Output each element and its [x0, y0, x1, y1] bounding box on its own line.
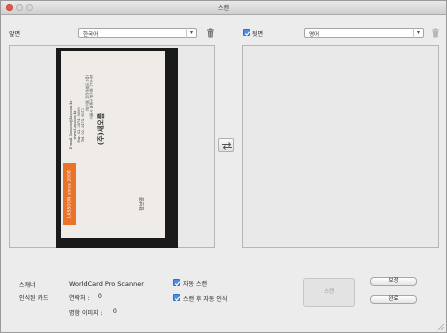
- auto-scan-checkbox[interactable]: [173, 279, 181, 287]
- auto-recognize-checkbox[interactable]: [173, 294, 181, 302]
- card-email: E-mail. lassoon@lassoon.kr: [69, 100, 73, 150]
- trash-icon: [432, 28, 439, 38]
- swap-sides-button[interactable]: [218, 138, 234, 152]
- recognized-cards-label: 인식된 카드: [19, 295, 49, 302]
- card-logo-badge: LASSOON since 2008: [63, 163, 76, 225]
- chevron-down-icon: ▾: [186, 28, 196, 38]
- back-label: 뒷면: [252, 31, 264, 38]
- auto-scan-label: 자동 스캔: [183, 281, 207, 288]
- contacts-label: 연락처 :: [69, 295, 90, 302]
- back-side-checkbox[interactable]: [243, 29, 251, 37]
- checkmark-icon: [174, 281, 181, 287]
- back-preview-panel: [242, 45, 439, 248]
- resize-grip-icon[interactable]: [436, 322, 444, 330]
- checkmark-icon: [244, 31, 251, 37]
- back-delete-button[interactable]: [431, 28, 440, 38]
- card-fax: Fax. 02. 3474. 9009: [77, 107, 81, 143]
- chevron-down-icon: ▾: [413, 28, 423, 38]
- scan-button[interactable]: 스캔: [303, 278, 355, 307]
- scan-window: 스캔 앞면 한국어 ▾ 뒷면 영어 ▾ (주)새오름 서울시 송파구 방이동 1…: [0, 0, 447, 333]
- card-edge: [165, 51, 178, 238]
- scanner-value: WorldCard Pro Scanner: [69, 280, 144, 288]
- front-language-select[interactable]: 한국어 ▾: [78, 28, 197, 38]
- card-images-value: 0: [113, 308, 117, 315]
- card-address-line2: (방이동 코리아빌딩 3층): [85, 74, 90, 112]
- card-company: (주)새오름: [96, 112, 105, 146]
- window-title: 스캔: [217, 5, 230, 12]
- scanner-label: 스캐너: [19, 282, 36, 289]
- done-button[interactable]: 완료: [370, 295, 417, 304]
- card-name: 정보영: [139, 197, 146, 211]
- title-bar: 스캔: [1, 1, 446, 15]
- back-language-value: 영어: [309, 32, 320, 38]
- swap-arrows-icon: [222, 142, 232, 150]
- front-label: 앞면: [9, 31, 21, 38]
- card-tel: Tel. 02. 3474. 9011: [81, 107, 85, 143]
- checkmark-icon: [174, 296, 181, 302]
- contacts-value: 0: [98, 293, 102, 300]
- card-brand: LASSOON since 2008: [66, 170, 72, 218]
- auto-recognize-label: 스캔 후 자동 인식: [183, 296, 228, 303]
- card-web: www.Lassoon.kr: [73, 110, 77, 140]
- card-images-label: 명함 이미지 :: [69, 310, 103, 317]
- front-language-value: 한국어: [83, 32, 99, 38]
- calibrate-button[interactable]: 보정: [370, 277, 417, 286]
- card-image: [61, 51, 165, 238]
- back-language-select[interactable]: 영어 ▾: [304, 28, 424, 38]
- trash-icon: [207, 28, 214, 38]
- front-delete-button[interactable]: [206, 28, 215, 38]
